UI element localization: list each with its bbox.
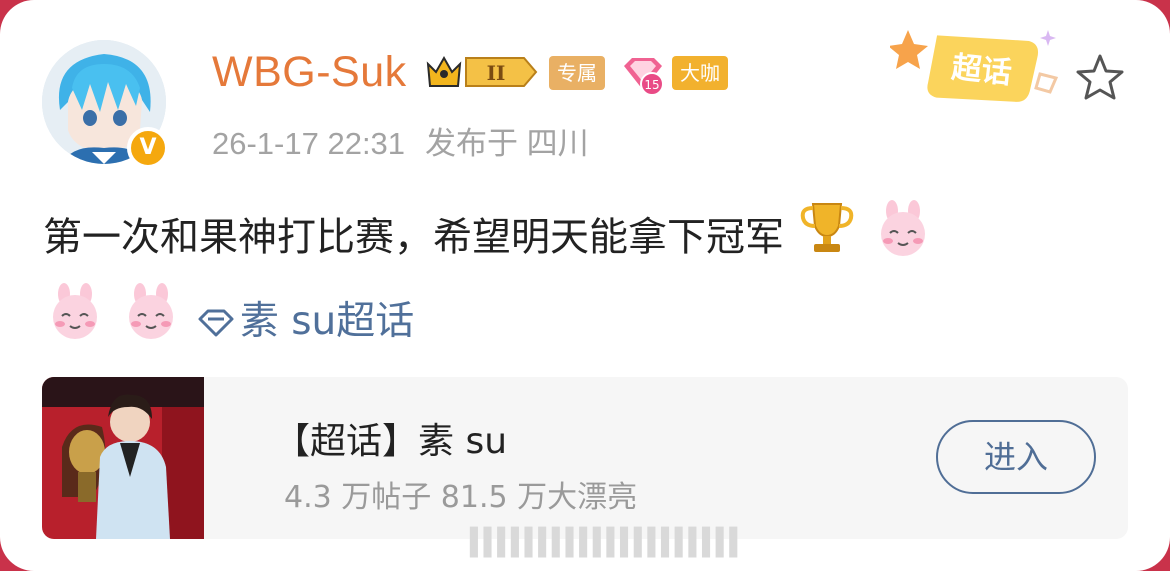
big-shot-tag[interactable]: 大咖 (672, 56, 728, 90)
verified-badge: V (127, 127, 169, 169)
crown-level-icon[interactable]: II (424, 52, 542, 96)
rabbit-icon (874, 199, 932, 281)
trophy-icon (799, 198, 855, 282)
exclusive-tag[interactable]: 专属 (549, 56, 605, 90)
timestamp: 26-1-17 22:31 (212, 126, 406, 161)
post-meta: 26-1-17 22:31 发布于 四川 (212, 118, 589, 163)
supertopic-sticker-label: 超话 (950, 50, 1013, 91)
post-card: V WBG-Suk II 专属 15 大咖 26-1-17 22:31 发布于 四… (0, 0, 1170, 571)
fan-level-badge[interactable]: 15 (620, 54, 666, 100)
supertopic-title: 【超话】素 su (274, 421, 508, 462)
supertopic-cover-image (42, 377, 204, 539)
post-text: 第一次和果神打比赛，希望明天能拿下冠军 (43, 215, 785, 261)
crown-level-text: II (487, 61, 506, 85)
diamond-icon (198, 309, 234, 337)
rabbit-icon (122, 282, 180, 364)
supertopic-stats: 4.3 万帖子 81.5 万大漂亮 (284, 480, 638, 515)
watermark-barcode: ▌▌▌▌▌▌▌▌▌▌▌▌▌▌▌▌▌▌▌▌ (470, 528, 745, 558)
favorite-star-icon[interactable] (1074, 52, 1126, 108)
supertopic-card[interactable]: 【超话】素 su 4.3 万帖子 81.5 万大漂亮 进入 (42, 377, 1128, 539)
post-content: 第一次和果神打比赛，希望明天能拿下冠军 素 su超话 (43, 198, 1123, 364)
supertopic-link[interactable]: 素 su超话 (196, 299, 414, 344)
enter-button[interactable]: 进入 (936, 420, 1096, 494)
supertopic-link-text: 素 su超话 (239, 298, 415, 344)
supertopic-sticker[interactable]: 超话 (888, 22, 1070, 116)
username[interactable]: WBG-Suk (212, 48, 407, 97)
rabbit-icon (46, 282, 104, 364)
fan-level-number: 15 (644, 78, 659, 92)
location: 发布于 四川 (425, 126, 589, 161)
